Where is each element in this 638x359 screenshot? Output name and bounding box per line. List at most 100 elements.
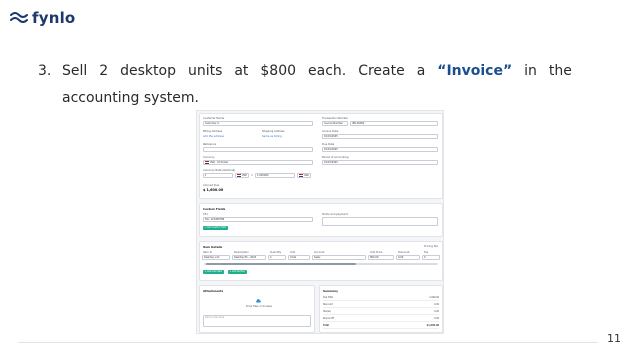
period-label: Period of accounting [322, 156, 349, 159]
equals-sign: = [251, 174, 254, 177]
summary-value: 0.00 [434, 317, 439, 320]
brand-logo: fynlo [10, 9, 75, 27]
amount-due-value: $ 1,600.00 [203, 188, 224, 192]
unit-input[interactable]: Units [288, 255, 310, 260]
summary-row: Discount 0.00 [323, 303, 439, 308]
item-details-card: Item Details Pricing Tax Item # Descript… [199, 241, 443, 281]
reference-input[interactable] [203, 147, 313, 152]
footer-divider [18, 342, 598, 343]
custom-fields-title: Custom Fields [203, 207, 226, 211]
unit-price-input[interactable]: 800.00 [368, 255, 394, 260]
summary-total-row: Total $1,600.00 [323, 324, 439, 329]
tax-select[interactable]: 0 [422, 255, 440, 260]
task-word: each. [308, 63, 347, 79]
rate-to-code: USD [303, 174, 309, 177]
wave-logo-icon [10, 12, 28, 23]
summary-title: Summary [323, 289, 338, 293]
summary-card: Summary Sub Total 1,600.00 Discount 0.00 T… [319, 285, 443, 333]
transaction-number-input[interactable]: INV-00002 [350, 121, 438, 126]
task-word: the [548, 63, 572, 79]
col-discount: Discount [398, 251, 410, 254]
summary-value: 1,600.00 [429, 296, 439, 299]
billing-address-label: Billing Address [203, 130, 223, 133]
summary-row: Tax(es) 0.00 [323, 310, 439, 315]
transaction-number-label: Transaction Number [322, 117, 349, 120]
customer-name-input[interactable]: Customer A [203, 121, 313, 126]
summary-label: Discount [323, 303, 333, 306]
summary-label: Round Off [323, 317, 334, 320]
shipping-address-link[interactable]: Same as billing [262, 135, 282, 138]
scrollbar-thumb[interactable] [206, 263, 356, 265]
currency-select[interactable]: USD - US Dollar [203, 160, 313, 165]
page-number: 11 [607, 332, 621, 345]
attachments-title: Attachments [203, 289, 224, 293]
col-tax: Tax [424, 251, 429, 254]
rate-to-input[interactable]: 1.000000 [255, 173, 295, 178]
cf-input[interactable]: Tax: 123456789 [203, 217, 313, 222]
summary-row: Round Off 0.00 [323, 317, 439, 322]
invoice-header-card: Customer Name Customer A Billing Address… [199, 113, 443, 199]
us-flag-icon [205, 161, 209, 164]
attachments-card: Attachments Drop files or browse Add a n… [199, 285, 315, 333]
cf-label: CF1 [203, 213, 208, 216]
due-date-input[interactable]: 01/01/2025 [322, 147, 438, 152]
discount-input[interactable]: 0.00 [396, 255, 420, 260]
due-date-label: Due Date [322, 143, 335, 146]
invoice-date-input[interactable]: 01/01/2025 [322, 134, 438, 139]
invoice-date-label: Invoice Date [322, 130, 339, 133]
upload-text[interactable]: Drop files or browse [246, 305, 272, 308]
item-input[interactable]: Desktop unit [202, 255, 230, 260]
description-input[interactable]: Desktop PC - 2024 [232, 255, 266, 260]
amount-due-label: Amount Due [203, 184, 220, 187]
col-quantity: Quantity [270, 251, 282, 254]
currency-rate-label: Currency Rate (Optional) [203, 169, 236, 172]
col-item: Item # [203, 251, 212, 254]
summary-value: 0.00 [434, 310, 439, 313]
summary-value: $1,600.00 [426, 324, 439, 327]
task-word: Create [358, 63, 405, 79]
summary-label: Sub Total [323, 296, 333, 299]
task-word: desktop [120, 63, 176, 79]
rate-to-currency[interactable]: USD [297, 173, 311, 178]
col-unit-price: Unit Price [370, 251, 383, 254]
custom-fields-card: Custom Fields CF1 Tax: 123456789 + Add C… [199, 203, 443, 237]
customer-name-label: Customer Name [203, 117, 225, 120]
summary-row: Sub Total 1,600.00 [323, 296, 439, 301]
shipping-address-label: Shipping Address [262, 130, 285, 133]
add-custom-field-button[interactable]: + Add Custom Field [203, 226, 228, 230]
rate-from-currency[interactable]: USD [235, 173, 249, 178]
task-word: $800 [260, 63, 297, 79]
us-flag-icon [299, 174, 303, 177]
task-word: units [187, 63, 223, 79]
period-input[interactable]: 01/01/2025 [322, 160, 438, 165]
task-line-1: Sell 2 desktop units at $800 each. Creat… [62, 58, 572, 85]
us-flag-icon [237, 174, 241, 177]
currency-label: Currency [203, 156, 215, 159]
col-account: Account [314, 251, 325, 254]
notes-textarea[interactable]: Add a note here [203, 315, 311, 327]
task-keyword: “Invoice” [437, 63, 513, 79]
brand-name: fynlo [32, 9, 76, 27]
terms-label: Terms and payment [322, 213, 348, 216]
task-word: in [524, 63, 537, 79]
col-description: Description [234, 251, 249, 254]
transaction-type-select[interactable]: Invoice Number [322, 121, 348, 126]
item-details-title: Item Details [203, 245, 223, 249]
summary-value: 0.00 [434, 303, 439, 306]
rate-from-input[interactable]: 1 [203, 173, 233, 178]
add-line-item-button[interactable]: + Add Line Item [203, 270, 224, 274]
account-select[interactable]: Sales [312, 255, 366, 260]
task-word: a [416, 63, 426, 79]
terms-textarea[interactable] [322, 217, 438, 226]
task-number: 3. [38, 63, 52, 79]
item-row: Desktop unit Desktop PC - 2024 2 Units S… [202, 255, 440, 260]
add-section-button[interactable]: + Add Section [228, 270, 247, 274]
pricing-tax-toggle[interactable]: Pricing Tax [424, 245, 438, 248]
quantity-input[interactable]: 2 [268, 255, 286, 260]
billing-address-link[interactable]: add the address [203, 135, 224, 138]
task-word: 2 [99, 63, 109, 79]
summary-label: Tax(es) [323, 310, 331, 313]
task-line-2: accounting system. [62, 90, 199, 106]
invoice-form-screenshot: Customer Name Customer A Billing Address… [196, 110, 444, 334]
upload-cloud-icon[interactable] [255, 299, 261, 303]
